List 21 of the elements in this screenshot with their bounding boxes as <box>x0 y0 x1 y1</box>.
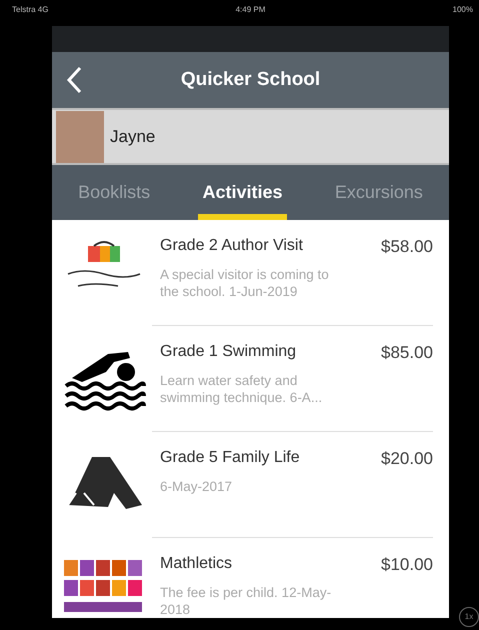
student-name: Jayne <box>110 126 156 148</box>
time-label: 4:49 PM <box>236 4 266 16</box>
activity-title[interactable]: Grade 5 Family Life <box>160 446 300 472</box>
zoom-button[interactable]: 1x <box>459 607 479 627</box>
back-icon[interactable] <box>66 66 82 94</box>
activity-price: $10.00 <box>381 554 433 576</box>
battery-label: 100% <box>452 4 473 16</box>
activity-price: $58.00 <box>381 236 433 258</box>
activity-description: The fee is per child. 12-May-2018 <box>160 584 332 618</box>
activity-price: $85.00 <box>381 342 433 364</box>
activity-price: $20.00 <box>381 448 433 470</box>
photo-placeholder <box>56 110 104 162</box>
carrier-label: Telstra 4G <box>12 4 48 16</box>
activity-title[interactable]: Mathletics <box>160 552 232 578</box>
header-title: Quicker School <box>180 68 320 92</box>
student-row[interactable]: Jayne <box>52 108 449 165</box>
activity-title[interactable]: Grade 1 Swimming <box>160 340 296 366</box>
activity-description: 6-May-2017 <box>160 478 234 496</box>
activity-description: A special visitor is coming to the school. 1-Jun-2019 <box>160 266 330 301</box>
activity-title[interactable]: Grade 2 Author Visit <box>160 234 303 260</box>
activity-description: Learn water safety and swimming technique. 6-A... <box>160 372 324 407</box>
